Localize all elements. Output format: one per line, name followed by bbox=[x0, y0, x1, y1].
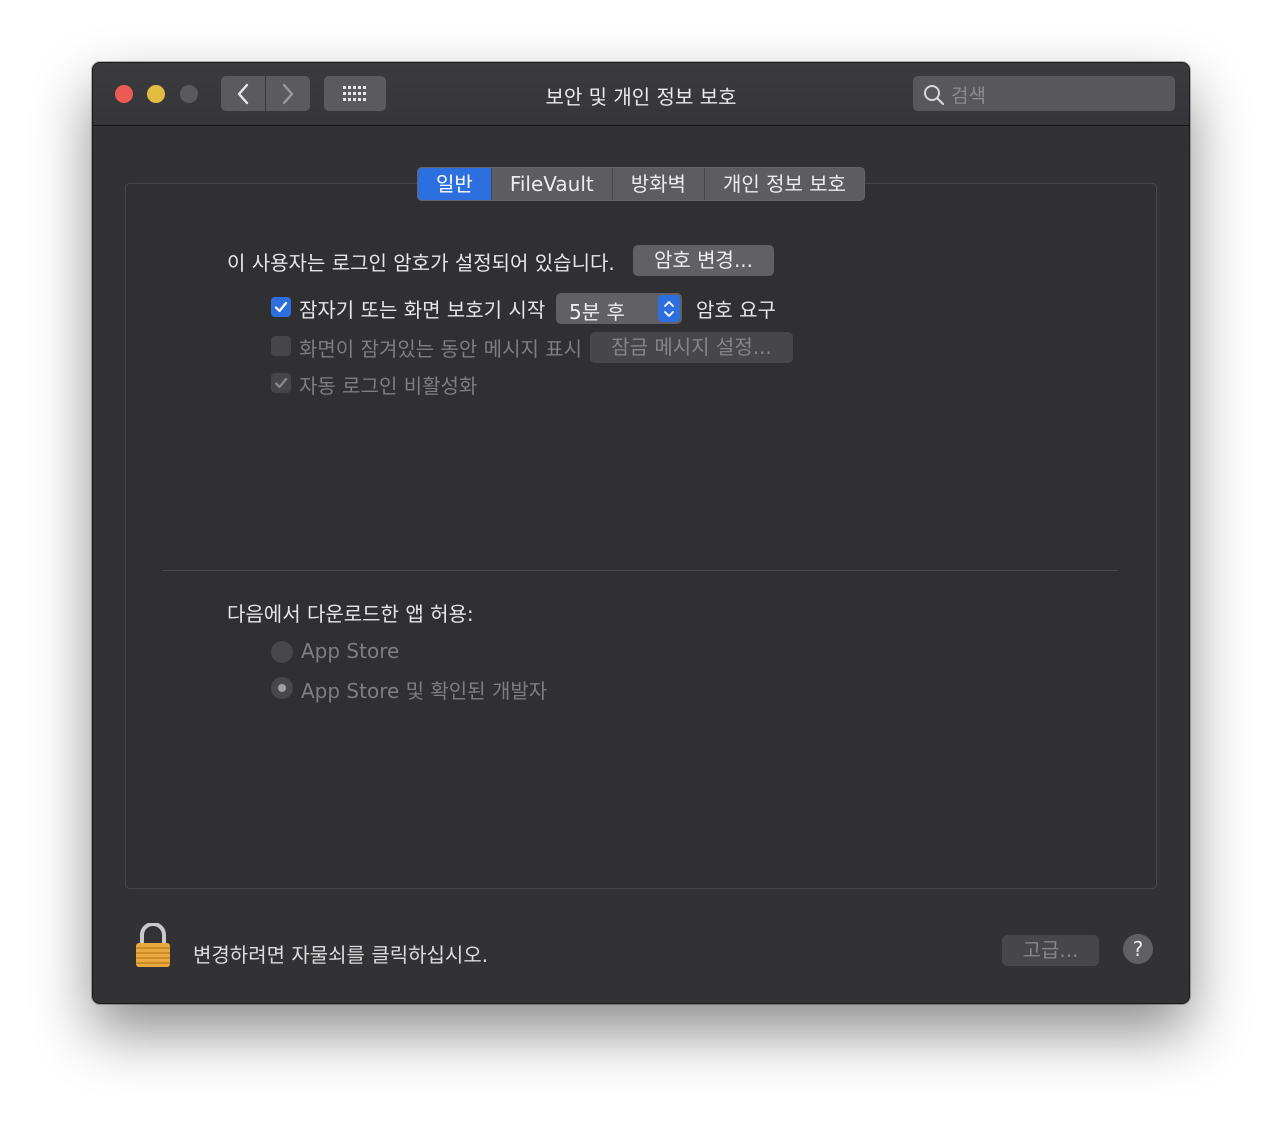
search-placeholder: 검색 bbox=[951, 85, 986, 107]
password-status-text: 이 사용자는 로그인 암호가 설정되어 있습니다. bbox=[227, 251, 615, 275]
updown-arrows-icon bbox=[658, 295, 680, 322]
popup-value: 5분 후 bbox=[569, 300, 625, 324]
checkmark-icon bbox=[274, 301, 288, 313]
allow-downloads-heading: 다음에서 다운로드한 앱 허용: bbox=[227, 602, 474, 626]
preferences-window: 보안 및 개인 정보 보호 검색 일반 FileVault 방화벽 개인 정보 … bbox=[92, 62, 1190, 1004]
radio-app-store[interactable] bbox=[271, 641, 293, 663]
advanced-button[interactable]: 고급... bbox=[1002, 935, 1099, 966]
require-password-suffix: 암호 요구 bbox=[696, 298, 776, 322]
checkmark-icon bbox=[274, 377, 288, 389]
radio-app-store-identified-label: App Store 및 확인된 개발자 bbox=[301, 679, 548, 703]
search-icon bbox=[924, 85, 945, 106]
radio-dot bbox=[278, 684, 286, 692]
change-password-button[interactable]: 암호 변경... bbox=[633, 245, 774, 276]
content-panel bbox=[125, 183, 1157, 889]
search-field[interactable]: 검색 bbox=[913, 76, 1175, 111]
section-divider bbox=[163, 570, 1118, 571]
set-lock-message-button[interactable]: 잠금 메시지 설정... bbox=[590, 332, 793, 363]
tab-privacy[interactable]: 개인 정보 보호 bbox=[703, 168, 864, 200]
title-bar: 보안 및 개인 정보 보호 검색 bbox=[93, 63, 1189, 126]
disable-auto-login-checkbox[interactable] bbox=[271, 373, 291, 393]
require-password-checkbox[interactable] bbox=[271, 297, 291, 317]
help-button[interactable]: ? bbox=[1123, 934, 1153, 964]
tab-bar: 일반 FileVault 방화벽 개인 정보 보호 bbox=[417, 167, 866, 201]
tab-filevault[interactable]: FileVault bbox=[490, 168, 612, 200]
require-password-delay-popup[interactable]: 5분 후 bbox=[556, 293, 682, 324]
show-message-label: 화면이 잠겨있는 동안 메시지 표시 bbox=[299, 337, 583, 361]
disable-auto-login-label: 자동 로그인 비활성화 bbox=[299, 374, 478, 398]
lock-instruction-text: 변경하려면 자물쇠를 클릭하십시오. bbox=[193, 943, 489, 967]
radio-app-store-identified[interactable] bbox=[271, 677, 293, 699]
tab-firewall[interactable]: 방화벽 bbox=[611, 168, 704, 200]
show-message-checkbox[interactable] bbox=[271, 336, 291, 356]
require-password-label: 잠자기 또는 화면 보호기 시작 bbox=[299, 298, 546, 322]
lock-icon[interactable] bbox=[134, 923, 172, 969]
radio-app-store-label: App Store bbox=[301, 639, 400, 663]
tab-general[interactable]: 일반 bbox=[418, 168, 491, 200]
